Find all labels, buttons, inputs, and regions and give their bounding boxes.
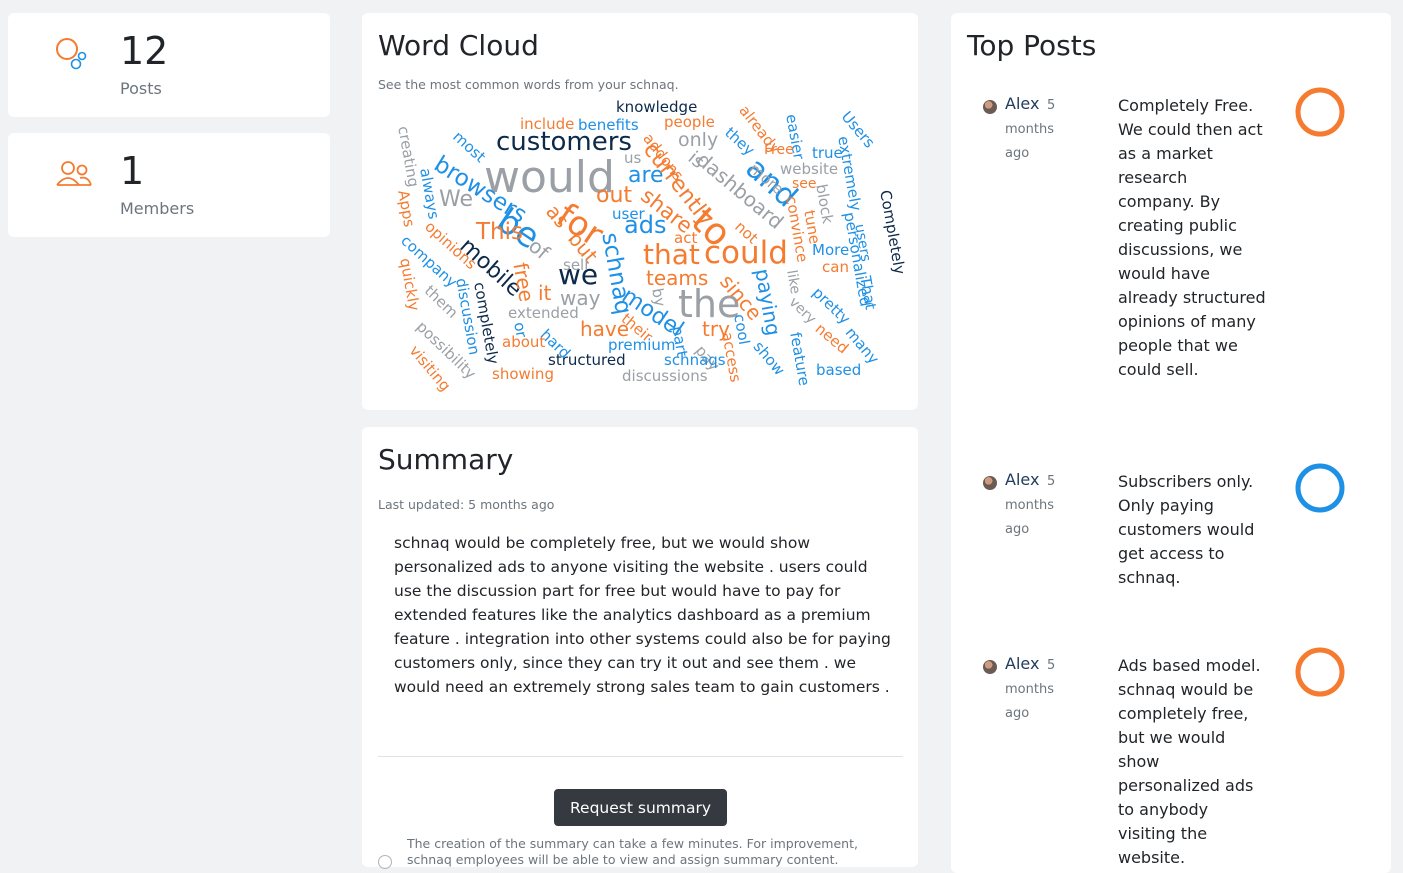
cloud-word: More — [812, 241, 850, 259]
posts-count: 12 — [120, 29, 169, 73]
cloud-word: it — [538, 281, 552, 305]
summary-title: Summary — [378, 443, 514, 476]
word-cloud-title: Word Cloud — [378, 29, 539, 62]
members-stat-card: 1 Members — [8, 133, 330, 237]
post-time: 5 months ago — [1005, 98, 1056, 161]
word-cloud-subtitle: See the most common words from your schn… — [378, 77, 679, 92]
cloud-word: can — [822, 258, 849, 276]
cloud-word: people — [664, 113, 715, 131]
post-time: 5 months ago — [1005, 658, 1056, 721]
info-icon — [378, 855, 392, 869]
avatar — [983, 100, 997, 114]
cloud-word: paying — [750, 266, 786, 338]
cloud-word: based — [816, 361, 862, 379]
cloud-word: tune — [800, 208, 824, 246]
cloud-word: act — [674, 229, 698, 247]
top-posts-card: Top Posts Alex 5 months ago Completely F… — [951, 13, 1391, 873]
cloud-word: out — [596, 183, 633, 208]
cloud-word: creating — [394, 124, 423, 189]
cloud-word: teams — [646, 266, 709, 290]
cloud-word: feature — [786, 330, 814, 388]
cloud-word: or — [510, 320, 531, 339]
members-label: Members — [120, 199, 195, 218]
cloud-word: Free — [764, 142, 794, 158]
cloud-word: only — [678, 129, 719, 151]
post-text: Subscribers only. Only paying customers … — [1118, 472, 1255, 587]
word-cloud-card: would customers be for the that could we to and ad… — [362, 13, 918, 410]
cloud-word: discussions — [622, 367, 708, 385]
cloud-word: Completely — [876, 188, 909, 276]
cloud-word: We — [439, 187, 473, 212]
word-cloud: would customers be for the that could we to and ad… — [362, 13, 918, 410]
users-icon — [56, 161, 92, 186]
cloud-word: pretty — [808, 283, 854, 328]
vote-ring-icon — [1295, 647, 1345, 697]
summary-card: Summary Last updated: 5 months ago schna… — [362, 427, 918, 869]
post-text: Ads based model. schnaq would be complet… — [1118, 656, 1261, 867]
bubbles-icon — [56, 38, 87, 70]
vote-ring-icon — [1295, 463, 1345, 513]
cloud-word: show — [749, 337, 789, 379]
post-time: 5 months ago — [1005, 474, 1056, 537]
cloud-word: benefits — [578, 116, 639, 134]
cloud-word: cool — [730, 312, 754, 347]
cloud-word: showing — [492, 365, 554, 383]
cloud-word: us — [624, 149, 642, 167]
cloud-word: Apps — [394, 188, 419, 229]
posts-stat-card: 12 Posts — [8, 13, 330, 117]
cloud-word: website — [780, 160, 839, 178]
cloud-word: That — [856, 274, 880, 312]
cloud-word: include — [520, 115, 575, 133]
cloud-word: extremely — [834, 134, 866, 213]
cloud-word: quickly — [396, 256, 424, 313]
post-text: Completely Free. We could then act as a … — [1118, 96, 1266, 379]
top-posts-title: Top Posts — [967, 29, 1097, 62]
summary-note: The creation of the summary can take a f… — [407, 836, 858, 867]
cloud-word: by — [648, 286, 670, 308]
cloud-word: sell — [563, 256, 589, 274]
cloud-word: free — [508, 260, 539, 304]
cloud-word: extended — [508, 304, 579, 322]
request-summary-button[interactable]: Request summary — [554, 789, 727, 826]
cloud-word: like — [783, 268, 804, 296]
avatar — [983, 476, 997, 490]
avatar — [983, 660, 997, 674]
summary-text: schnaq would be completely free, but we … — [394, 534, 891, 696]
members-count: 1 — [120, 149, 145, 193]
summary-last-updated: Last updated: 5 months ago — [378, 497, 555, 512]
vote-ring-icon — [1295, 87, 1345, 137]
cloud-word: schnaqs — [664, 351, 726, 369]
cloud-word: user — [612, 205, 645, 223]
divider — [378, 756, 903, 757]
posts-label: Posts — [120, 79, 162, 98]
